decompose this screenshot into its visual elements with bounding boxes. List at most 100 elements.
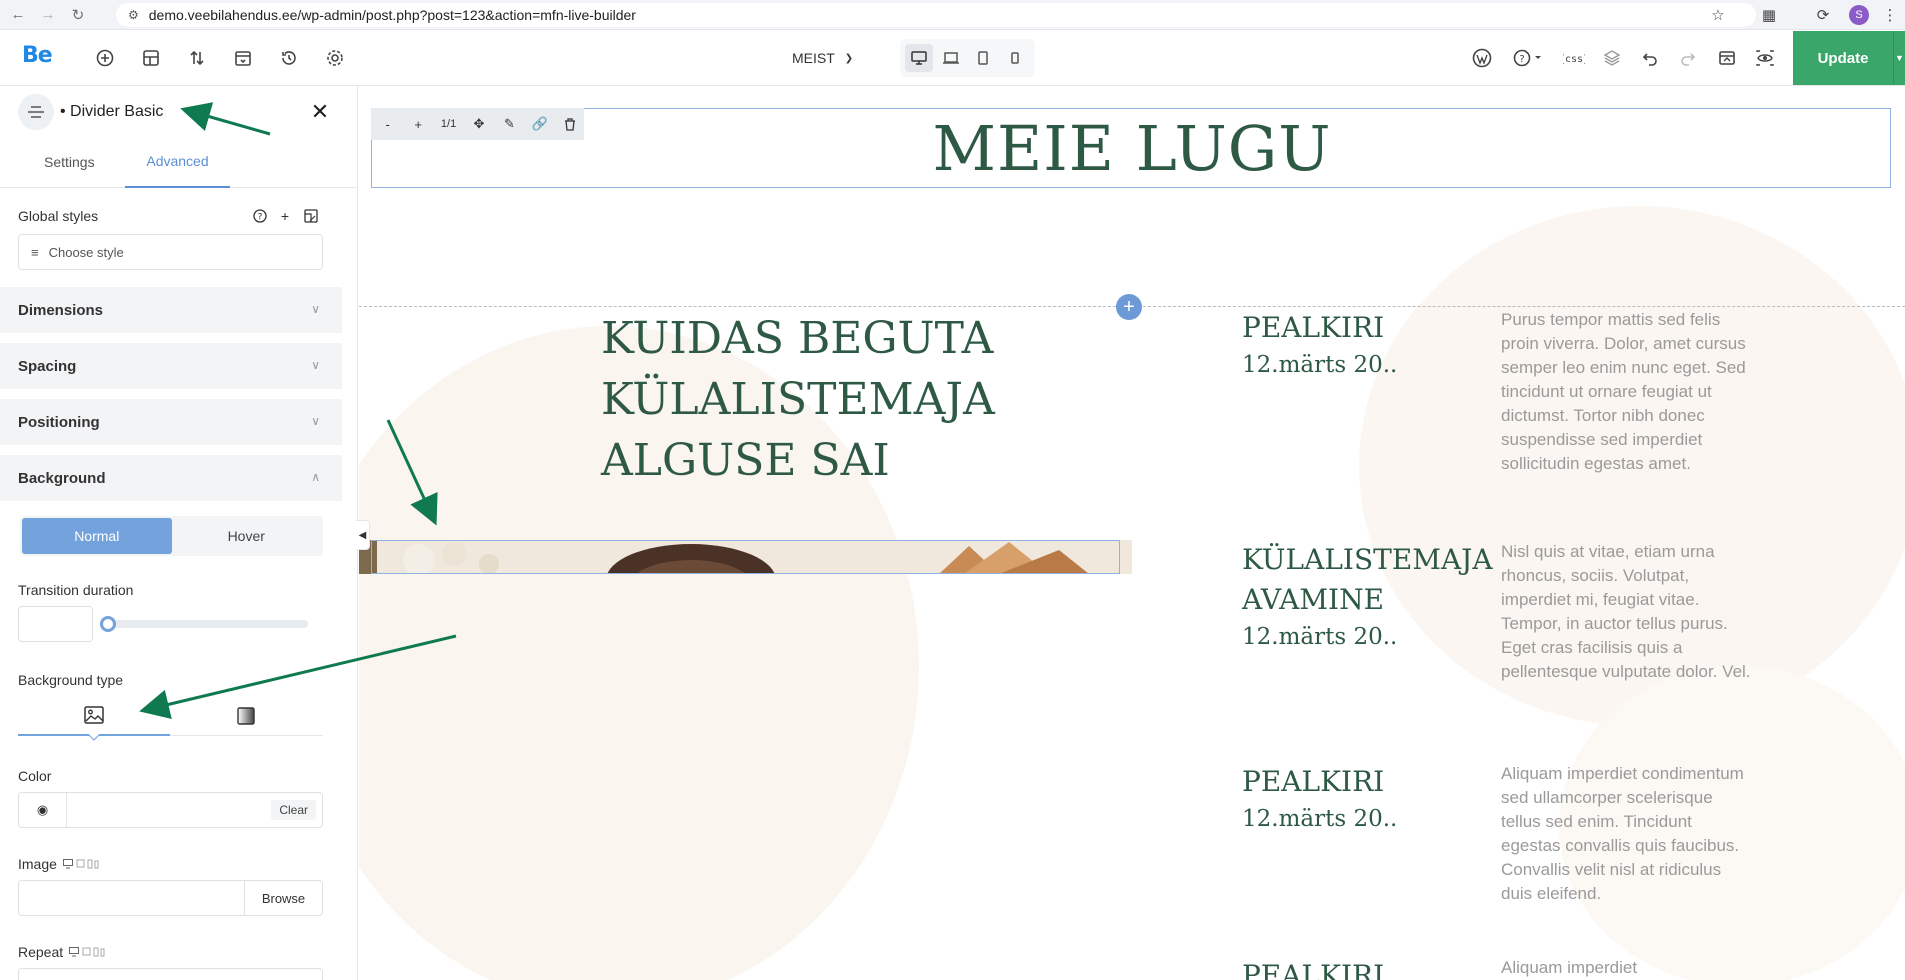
color-field[interactable]: ◉ Clear <box>18 792 323 828</box>
heading-section-outline[interactable]: MEIE LUGU <box>371 108 1891 188</box>
element-mini-toolbar: - + 1/1 ✥ ✎ 🔗 <box>371 108 584 140</box>
layers-icon[interactable] <box>1599 45 1625 71</box>
clear-color-button[interactable]: Clear <box>271 800 316 820</box>
chevron-down-icon: ∨ <box>311 358 320 372</box>
structure-icon[interactable] <box>138 45 164 71</box>
event-date: 12.märts 20.. <box>1242 624 1398 650</box>
slider-handle[interactable] <box>100 616 116 632</box>
transition-duration-slider[interactable] <box>108 620 308 628</box>
list-icon: ≡ <box>31 244 39 260</box>
story-heading: KUIDAS BEGUTA KÜLALISTEMAJA ALGUSE SAI <box>601 308 995 491</box>
desktop-icon[interactable] <box>905 44 933 72</box>
responsive-devices-icon[interactable] <box>69 947 105 957</box>
image-input[interactable] <box>25 881 235 915</box>
selected-divider-outline[interactable] <box>371 540 1120 574</box>
background-type-label: Background type <box>18 672 124 688</box>
accordion-positioning[interactable]: Positioning ∨ <box>0 399 342 445</box>
accordion-label: Spacing <box>18 357 77 375</box>
event-text: Aliquam imperdiet condimentum sed ullamc… <box>1501 764 1744 903</box>
accordion-background[interactable]: Background ∧ <box>0 455 342 501</box>
browser-menu-icon[interactable]: ⋮ <box>1878 3 1902 27</box>
mobile-icon[interactable] <box>1001 44 1029 72</box>
gradient-icon[interactable] <box>170 696 322 736</box>
sync-icon[interactable]: ⟳ <box>1811 3 1835 27</box>
update-dropdown-icon[interactable]: ▼ <box>1893 31 1905 85</box>
global-styles-label: Global styles <box>18 208 99 224</box>
chevron-down-icon: ❯ <box>844 52 854 64</box>
redo-icon[interactable] <box>1675 45 1701 71</box>
browse-button[interactable]: Browse <box>244 881 322 915</box>
sort-icon[interactable] <box>184 45 210 71</box>
history-icon[interactable] <box>276 45 302 71</box>
move-icon[interactable]: ✥ <box>465 110 492 138</box>
device-switcher <box>900 39 1035 77</box>
heading-line: ALGUSE SAI <box>601 435 890 486</box>
svg-text:?: ? <box>1519 54 1524 65</box>
svg-text:?: ? <box>258 213 263 223</box>
chevron-down-icon: ∨ <box>311 414 320 428</box>
tab-advanced[interactable]: Advanced <box>125 136 230 188</box>
add-section-button[interactable]: + <box>1116 294 1142 320</box>
link-icon[interactable]: 🔗 <box>526 110 553 138</box>
wordpress-icon[interactable] <box>1469 45 1495 71</box>
add-element-icon[interactable] <box>92 45 118 71</box>
divider-icon <box>18 94 54 130</box>
extensions-icon[interactable]: ▦ <box>1757 3 1781 27</box>
repeat-select[interactable] <box>18 968 323 980</box>
tab-settings[interactable]: Settings <box>44 136 95 188</box>
help-icon[interactable]: ? <box>250 206 270 226</box>
page-name: MEIST <box>792 50 835 66</box>
event-date: 12.märts 20.. <box>1242 352 1398 378</box>
custom-css-icon[interactable]: {css} <box>1561 45 1587 71</box>
reload-icon[interactable]: ↻ <box>66 3 90 27</box>
be-logo[interactable]: Be <box>22 43 53 68</box>
grow-button[interactable]: + <box>404 110 431 138</box>
add-style-icon[interactable]: + <box>275 206 295 226</box>
help-icon[interactable]: ? <box>1510 45 1546 71</box>
hover-state-button[interactable]: Hover <box>172 518 322 554</box>
update-button[interactable]: Update <box>1793 31 1893 85</box>
browser-bar: ← → ↻ ⚙ demo.veebilahendus.ee/wp-admin/p… <box>0 0 1905 30</box>
forward-icon[interactable]: → <box>36 3 60 27</box>
transition-duration-input[interactable] <box>18 606 93 642</box>
image-icon[interactable] <box>18 696 170 736</box>
accordion-dimensions[interactable]: Dimensions ∨ <box>0 287 342 333</box>
color-input[interactable] <box>73 793 253 827</box>
edit-icon[interactable]: ✎ <box>496 110 523 138</box>
accordion-label: Positioning <box>18 413 100 431</box>
profile-avatar[interactable]: S <box>1847 3 1871 27</box>
active-indicator-icon <box>88 734 100 741</box>
site-info-icon[interactable]: ⚙ <box>128 8 139 22</box>
column-size-label[interactable]: 1/1 <box>435 110 462 138</box>
normal-state-button[interactable]: Normal <box>22 518 172 554</box>
accordion-spacing[interactable]: Spacing ∨ <box>0 343 342 389</box>
tablet-icon[interactable] <box>969 44 997 72</box>
image-url-field[interactable]: Browse <box>18 880 323 916</box>
responsive-devices-icon[interactable] <box>62 859 99 869</box>
shrink-button[interactable]: - <box>374 110 401 138</box>
svg-text:{css}: {css} <box>1563 54 1585 65</box>
manage-styles-icon[interactable] <box>301 206 321 226</box>
global-style-select[interactable]: ≡ Choose style <box>18 234 323 270</box>
laptop-icon[interactable] <box>937 44 965 72</box>
templates-icon[interactable] <box>230 45 256 71</box>
transition-duration-label: Transition duration <box>18 582 134 598</box>
color-label: Color <box>18 768 52 784</box>
undo-icon[interactable] <box>1637 45 1663 71</box>
close-icon[interactable]: ✕ <box>306 98 334 126</box>
view-eye-icon[interactable] <box>1752 45 1778 71</box>
color-picker-icon[interactable]: ◉ <box>19 793 67 827</box>
trash-icon[interactable] <box>557 110 584 138</box>
image-label: Image <box>18 856 57 872</box>
chevron-down-icon: ∨ <box>311 302 320 316</box>
back-icon[interactable]: ← <box>6 3 30 27</box>
collapse-sidebar-icon[interactable]: ◀ <box>356 520 370 550</box>
settings-gear-icon[interactable] <box>322 45 348 71</box>
profile-initial: S <box>1849 5 1869 25</box>
choose-style-placeholder: Choose style <box>48 244 124 260</box>
bookmark-star-icon[interactable]: ☆ <box>1706 3 1730 27</box>
address-bar[interactable]: ⚙ demo.veebilahendus.ee/wp-admin/post.ph… <box>116 3 1756 27</box>
element-settings-panel: • Divider Basic ✕ Settings Advanced Glob… <box>0 86 358 980</box>
page-selector[interactable]: MEIST ❯ <box>792 45 853 71</box>
preview-window-icon[interactable] <box>1714 45 1740 71</box>
